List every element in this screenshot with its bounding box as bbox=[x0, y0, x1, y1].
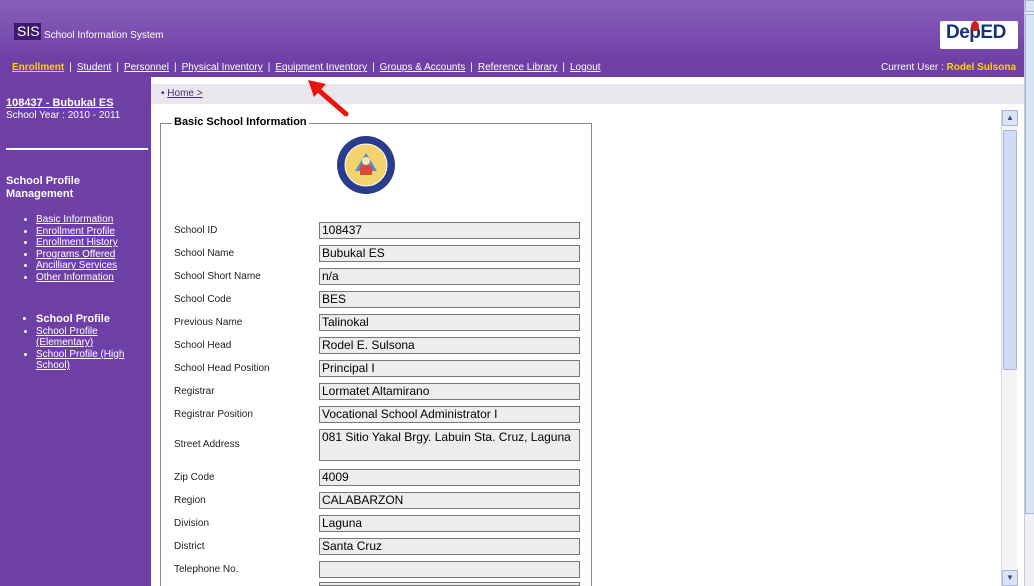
field-value[interactable]: Talinokal bbox=[319, 314, 580, 331]
field-label: School Head Position bbox=[174, 363, 270, 374]
scroll-down-icon[interactable]: ▼ bbox=[1002, 570, 1018, 586]
field-value[interactable]: Laguna bbox=[319, 515, 580, 532]
sidebar-menu: Basic Information Enrollment Profile Enr… bbox=[36, 214, 118, 283]
field-value[interactable]: Santa Cruz bbox=[319, 538, 580, 555]
field-label: Region bbox=[174, 495, 206, 506]
field-value[interactable]: 108437 bbox=[319, 222, 580, 239]
deped-seal-icon bbox=[337, 136, 395, 194]
sidebar-item-profile-high-school: School Profile (High School) bbox=[36, 349, 148, 372]
sidebar-item-ancilliary-services: Ancilliary Services bbox=[36, 260, 118, 272]
field-value[interactable]: Vocational School Administrator I bbox=[319, 406, 580, 423]
sidebar-item-other-information: Other Information bbox=[36, 272, 118, 284]
current-user-name: Rodel Sulsona bbox=[946, 62, 1016, 73]
nav-groups-accounts[interactable]: Groups & Accounts bbox=[380, 62, 466, 73]
breadcrumb-home[interactable]: Home > bbox=[167, 88, 202, 99]
field-value[interactable]: n/a bbox=[319, 268, 580, 285]
window-scroll-thumb[interactable] bbox=[1025, 14, 1034, 514]
nav-physical-inventory[interactable]: Physical Inventory bbox=[182, 62, 263, 73]
sidebar-item-profile-elementary: School Profile (Elementary) bbox=[36, 326, 148, 349]
field-label: School Short Name bbox=[174, 271, 261, 282]
field-label: Registrar Position bbox=[174, 409, 253, 420]
fieldset-legend: Basic School Information bbox=[172, 116, 309, 128]
field-label: School Name bbox=[174, 248, 235, 259]
window-scroll-up-icon[interactable] bbox=[1025, 0, 1034, 12]
field-value[interactable] bbox=[319, 561, 580, 578]
torch-icon bbox=[971, 21, 979, 31]
field-value[interactable]: BES bbox=[319, 291, 580, 308]
content-scrollbar[interactable]: ▲ ▼ bbox=[1001, 110, 1018, 586]
sidebar-divider bbox=[6, 148, 148, 150]
sidebar: 108437 - Bubukal ES School Year : 2010 -… bbox=[0, 77, 151, 586]
field-label: Zip Code bbox=[174, 472, 215, 483]
sidebar-item-enrollment-history: Enrollment History bbox=[36, 237, 118, 249]
current-user-label: Current User : bbox=[880, 62, 947, 73]
field-value[interactable]: 081 Sitio Yakal Brgy. Labuin Sta. Cruz, … bbox=[319, 429, 580, 461]
field-label: Division bbox=[174, 518, 210, 529]
breadcrumb-bar: • Home > bbox=[151, 84, 1024, 104]
sis-logo: SIS bbox=[14, 23, 41, 40]
sidebar-profile-menu: School Profile School Profile (Elementar… bbox=[36, 313, 148, 372]
field-label: Street Address bbox=[174, 439, 240, 450]
app-window: SIS School Information System DepED Enro… bbox=[0, 0, 1034, 586]
sidebar-item-programs-offered: Programs Offered bbox=[36, 249, 118, 261]
nav-enrollment[interactable]: Enrollment bbox=[12, 62, 64, 73]
main-nav: Enrollment | Student | Personnel | Physical In… bbox=[0, 61, 1024, 77]
sidebar-link[interactable]: Enrollment Profile bbox=[36, 226, 115, 237]
field-value[interactable] bbox=[319, 582, 580, 586]
app-name: School Information System bbox=[44, 30, 164, 41]
nav-student[interactable]: Student bbox=[77, 62, 111, 73]
school-title[interactable]: 108437 - Bubukal ES bbox=[6, 97, 114, 109]
field-value[interactable]: Principal I bbox=[319, 360, 580, 377]
field-label: Registrar bbox=[174, 386, 215, 397]
red-arrow-annotation-icon bbox=[308, 80, 349, 117]
school-year: School Year : 2010 - 2011 bbox=[6, 110, 121, 121]
sidebar-link[interactable]: Programs Offered bbox=[36, 249, 115, 260]
field-label: Previous Name bbox=[174, 317, 243, 328]
breadcrumb: • Home > bbox=[161, 88, 203, 99]
field-label: District bbox=[174, 541, 205, 552]
app-header: SIS School Information System DepED bbox=[0, 0, 1024, 61]
current-user: Current User : Rodel Sulsona bbox=[881, 62, 1016, 73]
field-label: School ID bbox=[174, 225, 218, 236]
field-label: School Code bbox=[174, 294, 232, 305]
field-value[interactable]: Lormatet Altamirano bbox=[319, 383, 580, 400]
deped-logo: DepED bbox=[940, 21, 1018, 49]
field-value[interactable]: CALABARZON bbox=[319, 492, 580, 509]
field-value[interactable]: 4009 bbox=[319, 469, 580, 486]
field-value[interactable]: Bubukal ES bbox=[319, 245, 580, 262]
field-label: Telephone No. bbox=[174, 564, 239, 575]
nav-reference-library[interactable]: Reference Library bbox=[478, 62, 557, 73]
scroll-thumb[interactable] bbox=[1003, 130, 1017, 370]
sidebar-section-title: School Profile Management bbox=[6, 175, 80, 200]
sidebar-link[interactable]: Ancilliary Services bbox=[36, 260, 117, 271]
sidebar-item-enrollment-profile: Enrollment Profile bbox=[36, 226, 118, 238]
field-value[interactable]: Rodel E. Sulsona bbox=[319, 337, 580, 354]
field-label: School Head bbox=[174, 340, 232, 351]
scroll-up-icon[interactable]: ▲ bbox=[1002, 110, 1018, 126]
sidebar-link[interactable]: Other Information bbox=[36, 272, 114, 283]
sidebar-item-school-profile: School Profile bbox=[36, 313, 148, 326]
sidebar-item-basic-information: Basic Information bbox=[36, 214, 118, 226]
nav-personnel[interactable]: Personnel bbox=[124, 62, 169, 73]
sidebar-link[interactable]: School Profile (Elementary) bbox=[36, 326, 98, 349]
sidebar-link[interactable]: Basic Information bbox=[36, 214, 113, 225]
window-scrollbar[interactable] bbox=[1024, 0, 1034, 586]
sidebar-link[interactable]: Enrollment History bbox=[36, 237, 118, 248]
sidebar-link[interactable]: School Profile (High School) bbox=[36, 349, 124, 372]
nav-logout[interactable]: Logout bbox=[570, 62, 601, 73]
